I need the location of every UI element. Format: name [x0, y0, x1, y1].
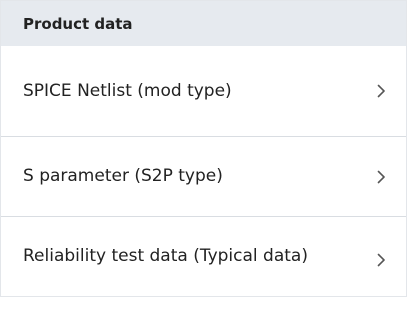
product-data-list: SPICE Netlist (mod type) S parameter (S2… — [1, 46, 406, 296]
chevron-right-icon — [374, 81, 388, 101]
chevron-right-icon — [374, 250, 388, 270]
list-item-s-parameter[interactable]: S parameter (S2P type) — [1, 136, 406, 216]
panel-header: Product data — [1, 1, 406, 46]
list-item-label: Reliability test data (Typical data) — [23, 246, 308, 266]
product-data-panel: Product data SPICE Netlist (mod type) S … — [0, 0, 407, 297]
list-item-label: SPICE Netlist (mod type) — [23, 80, 232, 101]
list-item-label: S parameter (S2P type) — [23, 166, 223, 186]
list-item-spice-netlist[interactable]: SPICE Netlist (mod type) — [1, 46, 406, 136]
list-item-reliability-test-data[interactable]: Reliability test data (Typical data) — [1, 216, 406, 296]
chevron-right-icon — [374, 167, 388, 187]
panel-title: Product data — [23, 14, 133, 33]
